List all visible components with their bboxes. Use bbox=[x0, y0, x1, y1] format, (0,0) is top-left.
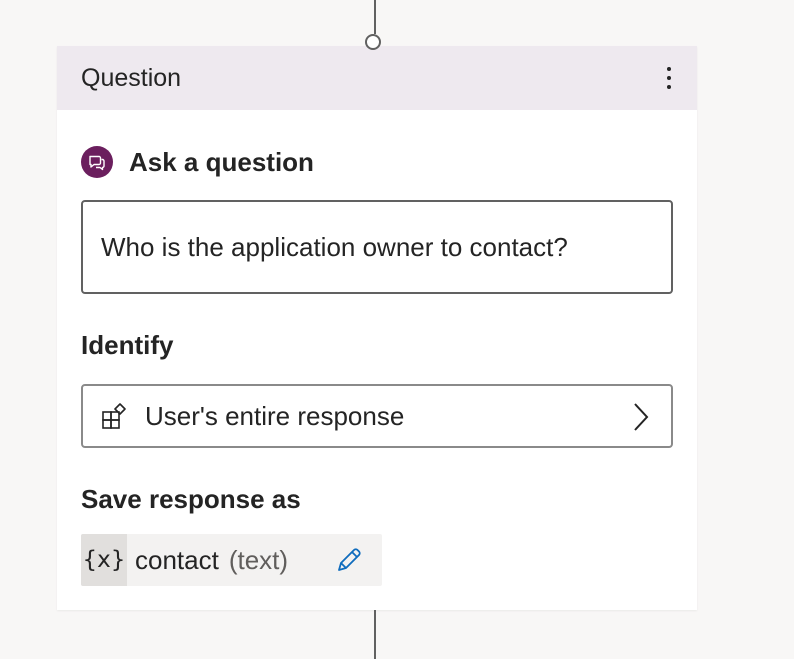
chat-bubble-icon bbox=[81, 146, 113, 178]
connector-line-top bbox=[374, 0, 376, 34]
variable-pill[interactable]: {x} contact (text) bbox=[81, 534, 382, 586]
save-response-label: Save response as bbox=[81, 484, 301, 514]
ask-question-row: Ask a question bbox=[81, 146, 314, 178]
entity-icon bbox=[101, 403, 127, 429]
more-options-icon[interactable] bbox=[661, 64, 677, 92]
pencil-icon[interactable] bbox=[334, 545, 364, 575]
identify-label: Identify bbox=[81, 330, 174, 360]
question-text-input[interactable]: Who is the application owner to contact? bbox=[81, 200, 673, 294]
authoring-canvas: Question Ask a question Who is the appli… bbox=[0, 0, 794, 659]
connector-node[interactable] bbox=[365, 34, 381, 50]
card-header: Question bbox=[57, 46, 697, 110]
more-dot bbox=[667, 76, 671, 80]
chevron-right-icon bbox=[634, 403, 649, 431]
question-node-card[interactable]: Question Ask a question Who is the appli… bbox=[57, 46, 697, 610]
variable-icon: {x} bbox=[81, 534, 127, 586]
more-dot bbox=[667, 67, 671, 71]
ask-question-heading: Ask a question bbox=[129, 146, 314, 177]
connector-line-bottom bbox=[374, 610, 376, 659]
variable-name: contact bbox=[135, 544, 219, 575]
card-title: Question bbox=[81, 63, 182, 92]
identify-entity-select[interactable]: User's entire response bbox=[81, 384, 673, 448]
more-dot bbox=[667, 85, 671, 89]
variable-type: (text) bbox=[228, 544, 289, 575]
identify-value: User's entire response bbox=[145, 400, 405, 431]
